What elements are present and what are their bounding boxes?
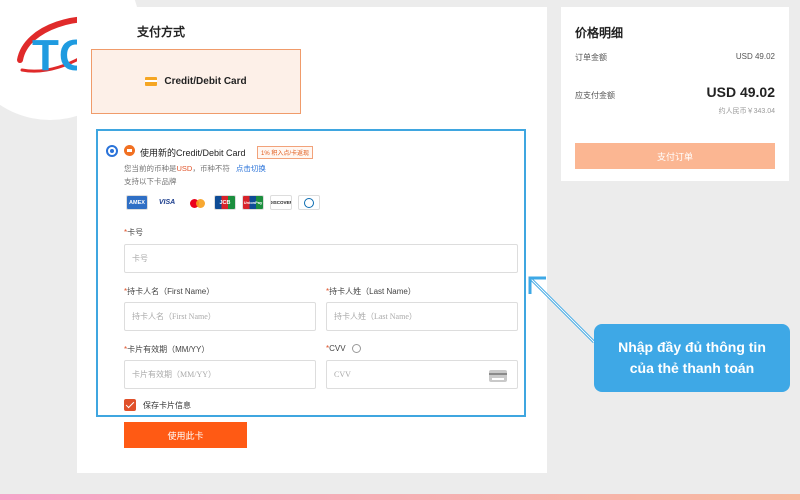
callout-line2: của thẻ thanh toán <box>629 360 755 376</box>
card-brands: AMEX VISA JCB UnionPay DISCOVER <box>126 195 320 210</box>
order-amount-value: USD 49.02 <box>735 52 775 61</box>
last-name-input[interactable]: 持卡人姓（Last Name） <box>326 302 518 331</box>
currency-note-prefix: 您当前的币种是 <box>124 164 177 173</box>
payable-value: USD 49.02 <box>706 84 775 100</box>
cvv-help-icon[interactable] <box>352 344 361 353</box>
approx-cny-note: 约人民币￥343.04 <box>718 108 775 115</box>
payable-label: 应支付金额 <box>575 91 615 100</box>
jcb-icon: JCB <box>214 195 236 210</box>
expiry-label: *卡片有效期（MM/YY） <box>124 345 210 354</box>
discover-icon: DISCOVER <box>270 195 292 210</box>
order-amount-label: 订单金额 <box>575 53 607 62</box>
section-title: 支付方式 <box>137 25 186 39</box>
pay-order-button[interactable]: 支付订单 <box>575 143 775 169</box>
switch-currency-link[interactable]: 点击切换 <box>236 164 266 173</box>
mastercard-icon <box>186 195 208 210</box>
callout-arrow-icon <box>528 276 596 344</box>
save-card-label: 保存卡片信息 <box>143 401 191 410</box>
last-name-label: *持卡人姓（Last Name） <box>326 287 416 296</box>
currency-note: 您当前的币种是USD，币种不符 点击切换 <box>124 163 266 174</box>
bottom-strip <box>0 494 800 500</box>
promo-badge: 1% 积入点/卡返现 <box>257 146 314 159</box>
cvv-label: *CVV <box>326 344 346 353</box>
amex-icon: AMEX <box>126 195 148 210</box>
price-title: 价格明细 <box>575 26 624 40</box>
callout-line1: Nhập đầy đủ thông tin <box>618 339 766 355</box>
instruction-callout: Nhập đầy đủ thông tin của thẻ thanh toán <box>594 324 790 392</box>
credit-card-icon <box>145 77 158 86</box>
new-card-radio[interactable] <box>106 145 118 157</box>
cvv-card-icon <box>489 370 507 382</box>
currency-note-suffix: ，币种不符 <box>192 164 230 173</box>
brands-note: 支持以下卡品牌 <box>124 177 177 186</box>
expiry-input[interactable]: 卡片有效期（MM/YY） <box>124 360 316 389</box>
use-card-button[interactable]: 使用此卡 <box>124 422 247 448</box>
visa-icon: VISA <box>154 195 180 210</box>
save-card-checkbox[interactable] <box>124 399 136 411</box>
method-label: Credit/Debit Card <box>164 76 247 87</box>
card-number-input[interactable]: 卡号 <box>124 244 518 273</box>
diners-icon <box>298 195 320 210</box>
first-name-input[interactable]: 持卡人名（First Name） <box>124 302 316 331</box>
card-option-icon <box>124 145 135 156</box>
credit-card-method-option[interactable]: Credit/Debit Card <box>91 49 301 114</box>
first-name-label: *持卡人名（First Name） <box>124 287 215 296</box>
price-panel: 价格明细 订单金额 USD 49.02 应支付金额 USD 49.02 约人民币… <box>561 7 789 181</box>
unionpay-icon: UnionPay <box>242 195 264 210</box>
currency-code: USD <box>176 164 193 173</box>
card-number-label: *卡号 <box>124 228 144 237</box>
new-card-label: 使用新的Credit/Debit Card <box>140 148 246 158</box>
